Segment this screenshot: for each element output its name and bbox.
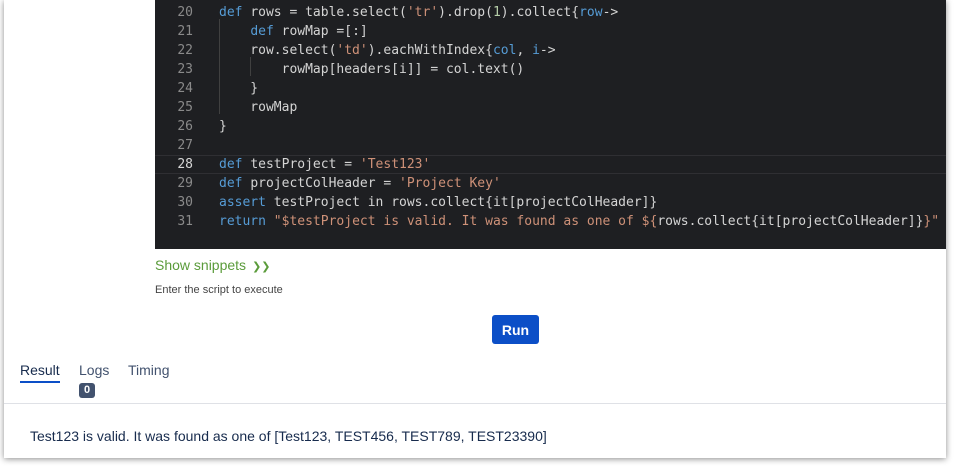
code-token: col — [492, 43, 517, 58]
active-tab-indicator — [20, 381, 60, 383]
logs-count-badge: 0 — [79, 383, 95, 398]
code-line[interactable]: 28 def testProject = 'Test123' — [155, 155, 946, 174]
code-token: row — [579, 5, 603, 20]
code-line[interactable]: 21 def rowMap =[:] — [155, 22, 946, 41]
line-number: 27 — [177, 138, 193, 153]
line-number: 23 — [177, 62, 193, 77]
line-number: 24 — [177, 81, 193, 96]
result-output: Test123 is valid. It was found as one of… — [30, 428, 547, 444]
code-line[interactable]: 31 return "$testProject is valid. It was … — [155, 212, 946, 231]
line-number: 25 — [177, 100, 193, 115]
line-number: 30 — [177, 195, 193, 210]
code-text: def rows = table.select('tr').drop(1).co… — [219, 3, 618, 22]
code-token: ).drop( — [438, 5, 493, 20]
code-token: -> — [602, 5, 619, 20]
tab-result[interactable]: Result — [20, 362, 60, 378]
code-token: def — [219, 5, 251, 20]
code-token: }" — [923, 214, 940, 229]
code-token: 'Project Key' — [399, 176, 501, 191]
code-token: } — [219, 81, 259, 96]
tabs-divider — [4, 403, 946, 404]
code-text: rowMap — [219, 98, 297, 117]
line-number: 21 — [177, 24, 193, 39]
show-snippets-label: Show snippets — [155, 257, 247, 273]
code-token: testProject in rows.collect{it[projectCo… — [273, 195, 658, 210]
code-token: 'tr' — [406, 5, 439, 20]
code-line[interactable]: 26} — [155, 117, 946, 136]
double-chevron-down-icon: ❯❯ — [252, 261, 271, 273]
code-token: def — [219, 176, 251, 191]
code-token: rows.collect{it[projectColHeader]} — [657, 214, 924, 229]
code-token: def — [250, 24, 282, 39]
code-token: row.select( — [219, 43, 337, 58]
code-line[interactable]: 23 rowMap[headers[i]] = col.text() — [155, 60, 946, 79]
show-snippets-link[interactable]: Show snippets ❯❯ — [155, 257, 271, 273]
code-editor[interactable]: 20 def rows = table.select('tr').drop(1).… — [155, 0, 946, 249]
code-token: rowMap[headers[i]] = col.text() — [219, 62, 525, 77]
code-token: def — [219, 157, 251, 172]
line-number: 31 — [177, 214, 193, 229]
script-hint: Enter the script to execute — [155, 284, 283, 296]
line-number: 26 — [177, 119, 193, 134]
code-text: def testProject = 'Test123' — [219, 156, 430, 173]
code-token: rowMap — [219, 100, 298, 115]
line-number: 29 — [177, 176, 193, 191]
line-number: 22 — [177, 43, 193, 58]
code-line[interactable]: 25 rowMap — [155, 98, 946, 117]
code-line[interactable]: 29 def projectColHeader = 'Project Key' — [155, 174, 946, 193]
code-token: i — [532, 43, 540, 58]
code-text: def rowMap =[:] — [219, 22, 368, 41]
code-token: , — [516, 43, 533, 58]
code-token: ).eachWithIndex{ — [367, 43, 493, 58]
code-text: return "$testProject is valid. It was fo… — [219, 212, 939, 231]
code-token: rows = table.select( — [250, 5, 407, 20]
code-line[interactable]: 20 def rows = table.select('tr').drop(1).… — [155, 3, 946, 22]
code-text: rowMap[headers[i]] = col.text() — [219, 60, 525, 79]
code-token: return — [219, 214, 274, 229]
code-text: } — [219, 117, 227, 136]
code-token: 1 — [492, 5, 501, 20]
code-token: ).collect{ — [500, 5, 580, 20]
code-token: } — [219, 119, 227, 134]
tab-timing[interactable]: Timing — [128, 362, 170, 378]
tab-logs[interactable]: Logs — [79, 362, 109, 378]
code-text: row.select('td').eachWithIndex{col, i-> — [219, 41, 556, 60]
code-token: projectColHeader = — [250, 176, 400, 191]
line-number: 20 — [177, 5, 193, 20]
code-token: -> — [539, 43, 556, 58]
code-token: testProject = — [250, 157, 360, 172]
code-text: } — [219, 79, 258, 98]
code-token: assert — [219, 195, 274, 210]
code-line[interactable]: 24 } — [155, 79, 946, 98]
code-line[interactable]: 22 row.select('td').eachWithIndex{col, i… — [155, 41, 946, 60]
run-button[interactable]: Run — [492, 315, 539, 344]
line-number: 28 — [177, 157, 193, 172]
code-text: def projectColHeader = 'Project Key' — [219, 174, 501, 193]
code-line[interactable]: 27 — [155, 136, 946, 155]
code-text: assert testProject in rows.collect{it[pr… — [219, 193, 657, 212]
code-line[interactable]: 30 assert testProject in rows.collect{it[… — [155, 193, 946, 212]
script-console-panel: 20 def rows = table.select('tr').drop(1).… — [4, 0, 946, 458]
code-token: rowMap =[:] — [281, 24, 368, 39]
code-token: 'Test123' — [359, 157, 431, 172]
code-token: 'td' — [336, 43, 368, 58]
code-token: "$testProject is valid. It was found as … — [273, 214, 658, 229]
